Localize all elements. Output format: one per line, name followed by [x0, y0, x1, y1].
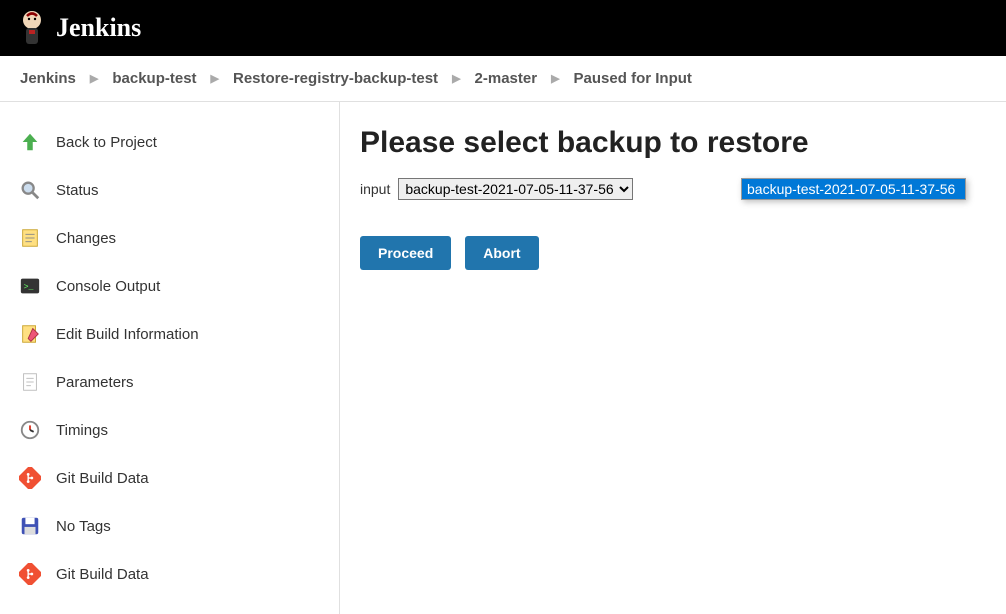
breadcrumb: Jenkins ▶ backup-test ▶ Restore-registry…: [0, 56, 1006, 102]
dropdown-option[interactable]: backup-test-2021-07-05-11-37-56: [742, 179, 965, 199]
sidebar-item-label: Timings: [56, 422, 108, 439]
save-icon: [18, 514, 42, 538]
sidebar-item-label: Console Output: [56, 278, 160, 295]
sidebar-item-label: Back to Project: [56, 134, 157, 151]
sidebar: Back to Project Status Changes >_ Consol…: [0, 102, 340, 614]
abort-button[interactable]: Abort: [465, 236, 538, 270]
git-icon: [18, 562, 42, 586]
git-icon: [18, 466, 42, 490]
sidebar-item-label: Status: [56, 182, 99, 199]
sidebar-item-label: Parameters: [56, 374, 134, 391]
sidebar-item-git-build-data[interactable]: Git Build Data: [8, 454, 331, 502]
sidebar-item-timings[interactable]: Timings: [8, 406, 331, 454]
sidebar-item-git-build-data-2[interactable]: Git Build Data: [8, 550, 331, 598]
breadcrumb-paused[interactable]: Paused for Input: [574, 70, 692, 87]
breadcrumb-restore-registry[interactable]: Restore-registry-backup-test: [233, 70, 438, 87]
breadcrumb-2-master[interactable]: 2-master: [475, 70, 538, 87]
brand-text: Jenkins: [56, 13, 141, 43]
chevron-right-icon: ▶: [90, 72, 98, 85]
jenkins-logo-icon: [16, 8, 48, 48]
sidebar-item-edit-build-info[interactable]: Edit Build Information: [8, 310, 331, 358]
terminal-icon: >_: [18, 274, 42, 298]
search-icon: [18, 178, 42, 202]
sidebar-item-no-tags[interactable]: No Tags: [8, 502, 331, 550]
svg-text:>_: >_: [24, 283, 34, 292]
chevron-right-icon: ▶: [452, 72, 460, 85]
sidebar-item-parameters[interactable]: Parameters: [8, 358, 331, 406]
logo[interactable]: Jenkins: [16, 8, 141, 48]
page-title: Please select backup to restore: [360, 126, 986, 160]
dropdown-popup: backup-test-2021-07-05-11-37-56: [741, 178, 966, 200]
sidebar-item-label: No Tags: [56, 518, 111, 535]
chevron-right-icon: ▶: [551, 72, 559, 85]
arrow-up-icon: [18, 130, 42, 154]
document-icon: [18, 370, 42, 394]
backup-select[interactable]: backup-test-2021-07-05-11-37-56: [398, 178, 633, 200]
breadcrumb-backup-test[interactable]: backup-test: [112, 70, 196, 87]
proceed-button[interactable]: Proceed: [360, 236, 451, 270]
notepad-icon: [18, 226, 42, 250]
sidebar-item-label: Changes: [56, 230, 116, 247]
sidebar-item-status[interactable]: Status: [8, 166, 331, 214]
breadcrumb-jenkins[interactable]: Jenkins: [20, 70, 76, 87]
sidebar-item-label: Git Build Data: [56, 566, 149, 583]
sidebar-item-back-to-project[interactable]: Back to Project: [8, 118, 331, 166]
main-content: Please select backup to restore input ba…: [340, 102, 1006, 614]
sidebar-item-changes[interactable]: Changes: [8, 214, 331, 262]
sidebar-item-label: Git Build Data: [56, 470, 149, 487]
chevron-right-icon: ▶: [211, 72, 219, 85]
sidebar-item-label: Edit Build Information: [56, 326, 199, 343]
header: Jenkins: [0, 0, 1006, 56]
clock-icon: [18, 418, 42, 442]
edit-icon: [18, 322, 42, 346]
button-row: Proceed Abort: [360, 236, 986, 270]
input-label: input: [360, 181, 390, 197]
sidebar-item-console-output[interactable]: >_ Console Output: [8, 262, 331, 310]
